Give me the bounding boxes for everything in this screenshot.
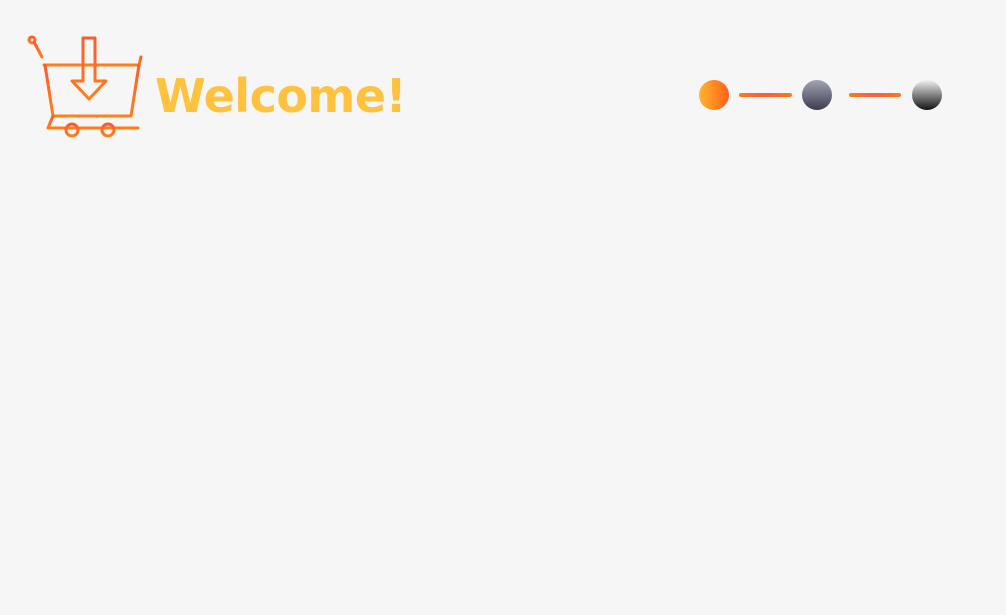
step-3-indicator [912, 80, 942, 110]
step-connector [739, 93, 792, 97]
step-1-indicator [699, 80, 729, 110]
page-title: Welcome! [155, 69, 407, 123]
step-connector [849, 93, 901, 97]
cart-download-icon [26, 33, 144, 141]
step-2-indicator [802, 80, 832, 110]
progress-stepper [690, 72, 950, 120]
page-header: Welcome! [0, 0, 1006, 160]
main-content-area [0, 160, 1006, 615]
